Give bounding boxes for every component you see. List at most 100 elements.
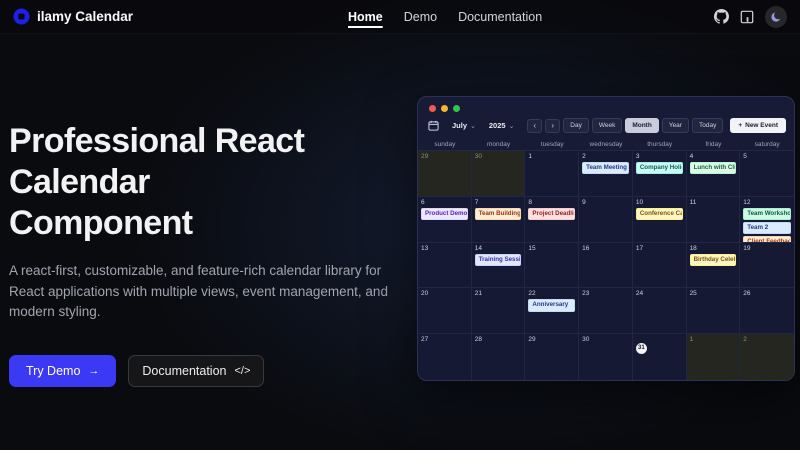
day-cell[interactable]: 19: [740, 243, 794, 289]
view-button-day[interactable]: Day: [563, 118, 589, 133]
day-number: 17: [636, 245, 683, 252]
day-header-wednesday: wednesday: [579, 138, 633, 151]
event-pill[interactable]: Team Building: [475, 208, 522, 220]
new-event-button[interactable]: + New Event: [730, 118, 786, 133]
day-cell[interactable]: 13: [418, 243, 472, 289]
day-cell[interactable]: 6Product Demo: [418, 197, 472, 243]
event-pill[interactable]: Team 2: [743, 222, 791, 234]
day-cell[interactable]: 4Lunch with Client: [687, 151, 741, 197]
event-pill[interactable]: Lunch with Client: [690, 162, 737, 174]
day-cell[interactable]: 8Project Deadline: [525, 197, 579, 243]
day-cell[interactable]: 20: [418, 288, 472, 334]
day-number: 9: [582, 199, 629, 206]
day-cell[interactable]: 24: [633, 288, 687, 334]
nav-link-documentation[interactable]: Documentation: [458, 10, 542, 24]
event-pill[interactable]: Training Session: [475, 254, 522, 266]
day-cell[interactable]: 2Team Meeting: [579, 151, 633, 197]
day-number: 20: [421, 290, 468, 297]
day-cell[interactable]: 17: [633, 243, 687, 289]
day-cell[interactable]: 1: [687, 334, 741, 380]
view-button-week[interactable]: Week: [592, 118, 623, 133]
try-demo-button[interactable]: Try Demo →: [9, 355, 116, 387]
view-button-year[interactable]: Year: [662, 118, 689, 133]
day-cell[interactable]: 1: [525, 151, 579, 197]
day-number: 19: [743, 245, 791, 252]
event-pill[interactable]: Product Demo: [421, 208, 468, 220]
day-cell[interactable]: 5: [740, 151, 794, 197]
day-cell[interactable]: 29: [418, 151, 472, 197]
event-pill[interactable]: Team Workshop: [743, 208, 791, 220]
day-header-monday: monday: [472, 138, 526, 151]
cta-row: Try Demo → Documentation </>: [9, 355, 411, 387]
event-pill[interactable]: Anniversary: [528, 299, 575, 311]
github-icon[interactable]: [714, 9, 729, 24]
day-cell[interactable]: 9: [579, 197, 633, 243]
event-pill[interactable]: Company Holiday: [636, 162, 683, 174]
year-select[interactable]: 2025 ⌄: [489, 121, 515, 130]
nav-links: Home Demo Documentation: [348, 0, 542, 34]
day-cell[interactable]: 30: [579, 334, 633, 380]
day-cell[interactable]: 28: [472, 334, 526, 380]
day-number: 3: [636, 153, 683, 160]
day-cell[interactable]: 31: [633, 334, 687, 380]
day-number: 30: [582, 336, 629, 343]
day-number: 21: [475, 290, 522, 297]
day-number: 15: [528, 245, 575, 252]
day-cell[interactable]: 11: [687, 197, 741, 243]
npm-icon[interactable]: [740, 10, 754, 24]
day-cell[interactable]: 21: [472, 288, 526, 334]
day-cell[interactable]: 18Birthday Celebration: [687, 243, 741, 289]
day-header-sunday: sunday: [418, 138, 472, 151]
day-cell[interactable]: 30: [472, 151, 526, 197]
day-number: 29: [421, 153, 468, 160]
day-cell[interactable]: 3 Company Holiday: [633, 151, 687, 197]
window-maximize-icon[interactable]: [453, 105, 460, 112]
day-number: 16: [582, 245, 629, 252]
page-title-line: Component: [9, 203, 411, 244]
month-grid: 293012Team Meeting3Company Holiday4Lunch…: [418, 151, 794, 380]
hero-description: A react-first, customizable, and feature…: [9, 261, 407, 322]
day-number: 14: [475, 245, 522, 252]
today-badge: 31: [636, 343, 647, 354]
theme-toggle-moon-icon[interactable]: [765, 6, 787, 28]
view-button-today[interactable]: Today: [692, 118, 723, 133]
day-cell[interactable]: 22 Anniversary: [525, 288, 579, 334]
day-number: 29: [528, 336, 575, 343]
next-month-button[interactable]: ›: [545, 119, 560, 133]
brand[interactable]: ilamy Calendar: [13, 8, 133, 25]
calendar-toolbar-right: ‹ › DayWeekMonthYearToday + New Event: [527, 118, 786, 133]
day-cell[interactable]: 14 Training Session: [472, 243, 526, 289]
prev-month-button[interactable]: ‹: [527, 119, 542, 133]
day-number: 27: [421, 336, 468, 343]
nav-link-home[interactable]: Home: [348, 10, 383, 24]
documentation-label: Documentation: [142, 364, 226, 378]
event-pill[interactable]: Conference Call: [636, 208, 683, 220]
day-cell[interactable]: 27: [418, 334, 472, 380]
brand-logo-icon: [13, 8, 30, 25]
navbar-icons: [714, 6, 787, 28]
day-number: 10: [636, 199, 683, 206]
nav-link-demo[interactable]: Demo: [404, 10, 437, 24]
window-close-icon[interactable]: [429, 105, 436, 112]
day-cell[interactable]: 29: [525, 334, 579, 380]
event-pill[interactable]: Team Meeting: [582, 162, 629, 174]
day-cell[interactable]: 26: [740, 288, 794, 334]
day-cell[interactable]: 16: [579, 243, 633, 289]
day-cell[interactable]: 10 Conference Call: [633, 197, 687, 243]
view-button-month[interactable]: Month: [625, 118, 659, 133]
event-pill[interactable]: Project Deadline: [528, 208, 575, 220]
day-cell[interactable]: 12Team WorkshopTeam 2Client Feedback Ses…: [740, 197, 794, 243]
page-title: Professional ReactCalendarComponent: [9, 121, 411, 243]
day-cell[interactable]: 2: [740, 334, 794, 380]
month-select[interactable]: July ⌄: [452, 121, 476, 130]
hero-left: Professional ReactCalendarComponent A re…: [9, 121, 411, 387]
window-minimize-icon[interactable]: [441, 105, 448, 112]
day-cell[interactable]: 25: [687, 288, 741, 334]
event-pill[interactable]: Birthday Celebration: [690, 254, 737, 266]
documentation-button[interactable]: Documentation </>: [128, 355, 264, 387]
day-cell[interactable]: 23: [579, 288, 633, 334]
day-number: 28: [475, 336, 522, 343]
day-cell[interactable]: 7Team Building: [472, 197, 526, 243]
day-cell[interactable]: 15: [525, 243, 579, 289]
day-number: 22: [528, 290, 575, 297]
